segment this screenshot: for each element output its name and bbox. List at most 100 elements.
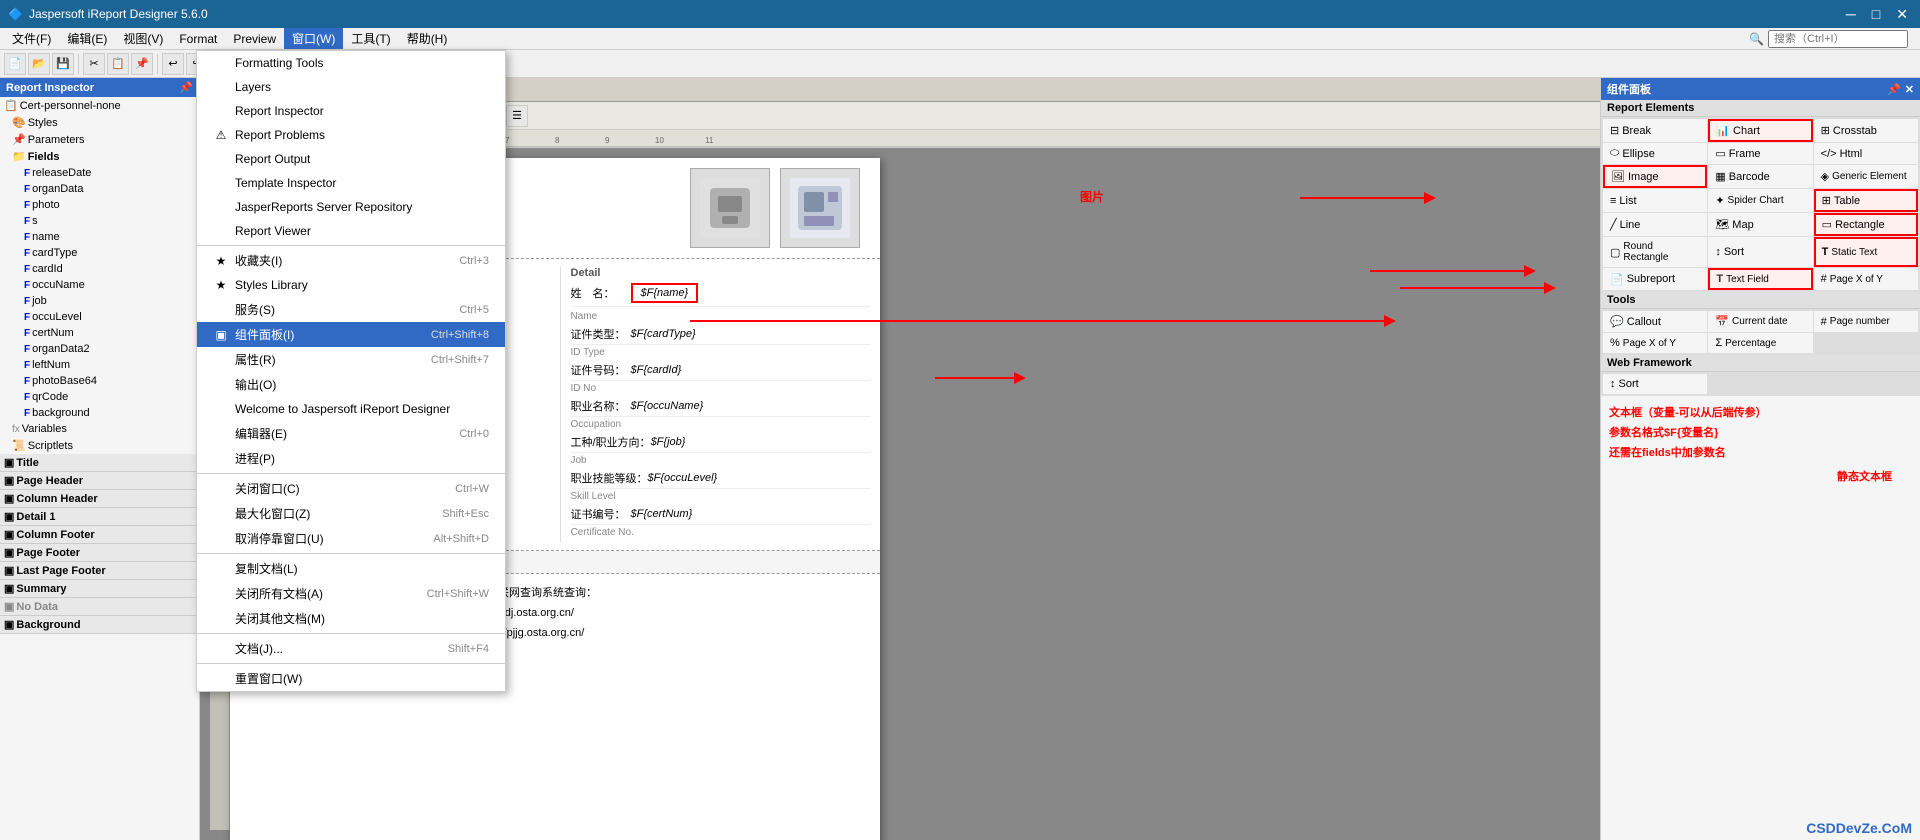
open-button[interactable]: 📂	[28, 53, 50, 75]
menu-server-repo[interactable]: JasperReports Server Repository	[197, 195, 505, 219]
menu-preview[interactable]: Preview	[225, 30, 284, 48]
menu-component-panel[interactable]: ▣ 组件面板(I) Ctrl+Shift+8	[197, 322, 505, 347]
menu-progress[interactable]: 进程(P)	[197, 446, 505, 471]
tree-leftNum[interactable]: FleftNum	[0, 357, 199, 373]
tree-parameters[interactable]: 📌Parameters	[0, 131, 199, 148]
tree-root[interactable]: 📋 Cert-personnel-none	[0, 97, 199, 114]
menu-properties[interactable]: 属性(R) Ctrl+Shift+7	[197, 347, 505, 372]
comp-subreport[interactable]: 📄 Subreport	[1603, 268, 1707, 290]
tree-organData[interactable]: ForganData	[0, 181, 199, 197]
menu-editor[interactable]: 编辑器(E) Ctrl+0	[197, 421, 505, 446]
comp-break[interactable]: ⊟ Break	[1603, 119, 1707, 142]
tree-occuName[interactable]: FoccuName	[0, 277, 199, 293]
tree-certNum[interactable]: FcertNum	[0, 325, 199, 341]
menu-welcome[interactable]: Welcome to Jaspersoft iReport Designer	[197, 397, 505, 421]
menu-file[interactable]: 文件(F)	[4, 28, 59, 49]
maximize-button[interactable]: □	[1868, 6, 1884, 23]
tool-current-date[interactable]: 📅 Current date	[1708, 311, 1812, 332]
comp-static-text[interactable]: T Static Text	[1814, 237, 1918, 267]
comp-ellipse[interactable]: ⬭ Ellipse	[1603, 143, 1707, 164]
menu-styles-library[interactable]: ★ Styles Library	[197, 273, 505, 297]
comp-table[interactable]: ⊞ Table	[1814, 189, 1918, 212]
tree-name[interactable]: Fname	[0, 229, 199, 245]
comp-text-field[interactable]: T Text Field	[1708, 268, 1812, 290]
comp-generic[interactable]: ◈ Generic Element	[1814, 165, 1918, 188]
menu-report-inspector[interactable]: Report Inspector	[197, 99, 505, 123]
tool-percentage[interactable]: % Page X of Y	[1603, 333, 1707, 353]
menu-tools[interactable]: 工具(T)	[343, 28, 398, 49]
new-button[interactable]: 📄	[4, 53, 26, 75]
tree-job[interactable]: Fjob	[0, 293, 199, 309]
menu-window[interactable]: 窗口(W)	[284, 28, 343, 49]
tree-scriptlets[interactable]: 📜Scriptlets	[0, 437, 199, 454]
tree-summary[interactable]: ▣Summary	[0, 580, 199, 598]
tree-page-header[interactable]: ▣Page Header	[0, 472, 199, 490]
tree-releaseDate[interactable]: FreleaseDate	[0, 165, 199, 181]
menu-documents[interactable]: 文档(J)... Shift+F4	[197, 636, 505, 661]
menu-edit[interactable]: 编辑(E)	[59, 28, 115, 49]
cut-button[interactable]: ✂	[83, 53, 105, 75]
comp-line[interactable]: ╱ Line	[1603, 213, 1707, 236]
tree-no-data[interactable]: ▣No Data	[0, 598, 199, 616]
window-dropdown-menu[interactable]: Formatting Tools Layers Report Inspector…	[196, 50, 506, 692]
menu-maximize-window[interactable]: 最大化窗口(Z) Shift+Esc	[197, 501, 505, 526]
menu-formatting-tools[interactable]: Formatting Tools	[197, 51, 505, 75]
tree-styles[interactable]: 🎨Styles	[0, 114, 199, 131]
minimize-button[interactable]: ─	[1842, 6, 1860, 23]
tree-detail1[interactable]: ▣Detail 1	[0, 508, 199, 526]
tree-qrCode[interactable]: FqrCode	[0, 389, 199, 405]
comp-html[interactable]: </> Html	[1814, 143, 1918, 164]
tree-s[interactable]: Fs	[0, 213, 199, 229]
menu-close-other-docs[interactable]: 关闭其他文档(M)	[197, 606, 505, 631]
align-justify-button[interactable]: ☰	[506, 105, 528, 127]
tree-photo[interactable]: Fphoto	[0, 197, 199, 213]
save-button[interactable]: 💾	[52, 53, 74, 75]
menu-close-window[interactable]: 关闭窗口(C) Ctrl+W	[197, 476, 505, 501]
menu-reset-window[interactable]: 重置窗口(W)	[197, 666, 505, 691]
comp-image[interactable]: 🖼 Image	[1603, 165, 1707, 188]
tree-cardType[interactable]: FcardType	[0, 245, 199, 261]
comp-spider-chart[interactable]: ✦ Spider Chart	[1708, 189, 1812, 212]
tree-photoBase64[interactable]: FphotoBase64	[0, 373, 199, 389]
menu-report-output[interactable]: Report Output	[197, 147, 505, 171]
tool-total-pages[interactable]: Σ Percentage	[1708, 333, 1812, 353]
tree-organData2[interactable]: ForganData2	[0, 341, 199, 357]
panel-pin-icon[interactable]: 📌	[1887, 83, 1901, 96]
comp-barcode[interactable]: ▦ Barcode	[1708, 165, 1812, 188]
comp-crosstab[interactable]: ⊞ Crosstab	[1814, 119, 1918, 142]
comp-page-x-of-y[interactable]: # Page X of Y	[1814, 268, 1918, 290]
tool-callout[interactable]: 💬 Callout	[1603, 311, 1707, 332]
menu-template-inspector[interactable]: Template Inspector	[197, 171, 505, 195]
panel-close-icon[interactable]: ✕	[1905, 83, 1914, 96]
tree-column-footer[interactable]: ▣Column Footer	[0, 526, 199, 544]
menu-services[interactable]: 服务(S) Ctrl+5	[197, 297, 505, 322]
comp-list[interactable]: ≡ List	[1603, 189, 1707, 212]
tree-page-footer[interactable]: ▣Page Footer	[0, 544, 199, 562]
menu-favorites[interactable]: ★ 收藏夹(I) Ctrl+3	[197, 248, 505, 273]
comp-round-rect[interactable]: ▢ Round Rectangle	[1603, 237, 1707, 267]
inspector-pin[interactable]: 📌	[179, 81, 193, 94]
comp-frame[interactable]: ▭ Frame	[1708, 143, 1812, 164]
tool-page-number[interactable]: # Page number	[1814, 311, 1918, 332]
tree-cardId[interactable]: FcardId	[0, 261, 199, 277]
menu-layers[interactable]: Layers	[197, 75, 505, 99]
copy-button[interactable]: 📋	[107, 53, 129, 75]
menu-undock-window[interactable]: 取消停靠窗口(U) Alt+Shift+D	[197, 526, 505, 551]
tree-occuLevel[interactable]: FoccuLevel	[0, 309, 199, 325]
comp-rectangle[interactable]: ▭ Rectangle	[1814, 213, 1918, 236]
comp-sort[interactable]: ↕ Sort	[1708, 237, 1812, 267]
tree-fields[interactable]: 📁Fields	[0, 148, 199, 165]
menu-format[interactable]: Format	[171, 30, 225, 48]
tree-background[interactable]: Fbackground	[0, 405, 199, 421]
menu-close-all-docs[interactable]: 关闭所有文档(A) Ctrl+Shift+W	[197, 581, 505, 606]
menu-view[interactable]: 视图(V)	[115, 28, 171, 49]
menu-output[interactable]: 输出(O)	[197, 372, 505, 397]
tree-column-header[interactable]: ▣Column Header	[0, 490, 199, 508]
menu-report-problems[interactable]: ⚠ Report Problems	[197, 123, 505, 147]
paste-button[interactable]: 📌	[131, 53, 153, 75]
tree-title[interactable]: ▣Title	[0, 454, 199, 472]
search-input[interactable]	[1768, 30, 1908, 48]
close-button[interactable]: ✕	[1892, 6, 1912, 23]
undo-button[interactable]: ↩	[162, 53, 184, 75]
comp-map[interactable]: 🗺 Map	[1708, 213, 1812, 236]
